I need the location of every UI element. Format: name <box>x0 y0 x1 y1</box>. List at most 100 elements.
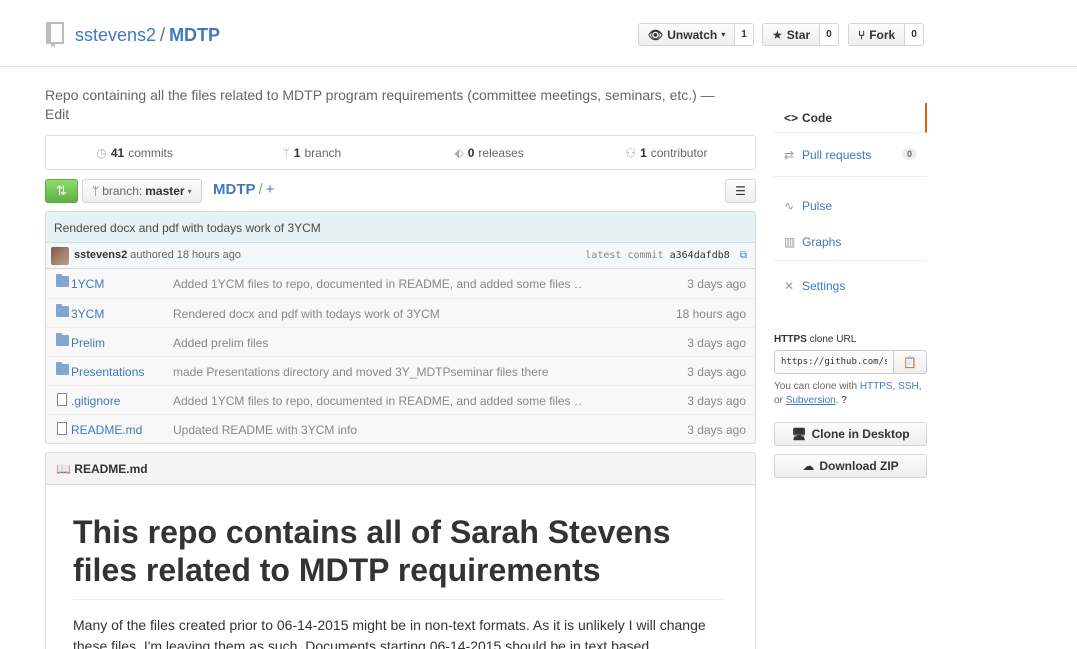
file-commit-message[interactable]: Updated README with 3YCM info <box>173 423 583 437</box>
chevron-down-icon: ▾ <box>721 30 726 39</box>
copy-url-button[interactable]: 📋 <box>894 350 927 374</box>
clipboard-icon: 📋 <box>903 356 917 369</box>
file-name-link[interactable]: Presentations <box>71 365 144 379</box>
repo-icon <box>46 22 64 47</box>
star-icon: ★ <box>772 27 783 42</box>
file-name-link[interactable]: Prelim <box>71 336 105 350</box>
branch-name: master <box>145 184 185 198</box>
clone-https-link[interactable]: HTTPS <box>860 381 893 392</box>
watchers-count[interactable]: 1 <box>735 23 754 46</box>
book-icon: 📖 <box>56 462 71 476</box>
avatar[interactable] <box>51 247 69 265</box>
clone-help-comma: , <box>892 381 896 392</box>
repo-title: sstevens2/MDTP <box>75 25 220 46</box>
clone-in-desktop-label: Clone in Desktop <box>811 427 910 441</box>
sidebar-item-pull-requests[interactable]: ⇄ Pull requests 0 <box>774 133 927 177</box>
file-age: 3 days ago <box>687 394 746 408</box>
commit-author-name[interactable]: sstevens2 <box>74 249 127 261</box>
graph-icon: ▥ <box>784 235 796 249</box>
commits-link[interactable]: ◷ 41 commits <box>46 136 223 169</box>
edit-description-link[interactable]: Edit <box>45 106 69 122</box>
repo-owner-link[interactable]: sstevens2 <box>75 25 156 45</box>
sidebar-item-code[interactable]: <> Code <box>774 103 927 133</box>
branches-link[interactable]: ᛘ 1 branch <box>223 136 400 169</box>
file-table: Rendered docx and pdf with todays work o… <box>45 211 756 444</box>
breadcrumb-root-link[interactable]: MDTP <box>213 181 256 198</box>
new-file-link[interactable]: + <box>266 181 275 198</box>
releases-link[interactable]: ⬖ 0 releases <box>401 136 578 169</box>
clone-help-comma: , <box>918 381 922 392</box>
tools-icon: ✕ <box>784 279 795 293</box>
sidebar-item-label: Graphs <box>802 235 842 249</box>
commit-sha-value[interactable]: a364dafdb8 <box>670 250 730 261</box>
folder-icon <box>56 362 69 375</box>
repo-name-link[interactable]: MDTP <box>169 25 220 45</box>
unwatch-button[interactable]: 👁 Unwatch ▾ <box>638 23 736 46</box>
clone-help-prefix: You can clone with <box>774 381 858 392</box>
clipboard-icon[interactable]: ⧉ <box>740 250 747 261</box>
stargazers-count[interactable]: 0 <box>820 23 839 46</box>
contributors-link[interactable]: ⚇ 1 contributor <box>578 136 755 169</box>
table-row[interactable]: .gitignore Added 1YCM files to repo, docu… <box>46 385 755 414</box>
forks-count[interactable]: 0 <box>905 23 924 46</box>
compare-review-button[interactable]: ⇅ <box>45 179 78 203</box>
file-commit-message[interactable]: Added 1YCM files to repo, documented in … <box>173 277 583 291</box>
pull-requests-count: 0 <box>901 148 917 160</box>
watch-group: 👁 Unwatch ▾ 1 <box>638 23 754 46</box>
clone-url-group: 📋 <box>774 350 927 374</box>
file-commit-message[interactable]: Added 1YCM files to repo, documented in … <box>173 394 583 408</box>
folder-icon <box>56 333 69 346</box>
file-age: 3 days ago <box>687 365 746 379</box>
fork-group: ⑂ Fork 0 <box>848 23 924 46</box>
file-navigation: ⇅ ᛘ branch: master ▾ MDTP / + ☰ <box>45 179 756 203</box>
latest-commit-message[interactable]: Rendered docx and pdf with todays work o… <box>54 221 321 235</box>
table-row[interactable]: README.md Updated README with 3YCM info 3 … <box>46 414 755 443</box>
repo-sidebar-nav: <> Code ⇄ Pull requests 0 ∿ Pulse ▥ Grap… <box>774 103 927 301</box>
star-button[interactable]: ★ Star <box>762 23 821 46</box>
branch-select-button[interactable]: ᛘ branch: master ▾ <box>82 179 202 203</box>
clone-ssh-link[interactable]: SSH <box>898 381 919 392</box>
readme-heading: This repo contains all of Sarah Stevens … <box>73 513 723 600</box>
sidebar-item-settings[interactable]: ✕ Settings <box>774 271 927 301</box>
clone-subversion-link[interactable]: Subversion <box>786 395 836 406</box>
download-zip-button[interactable]: ☁ Download ZIP <box>774 454 927 478</box>
file-commit-message[interactable]: Added prelim files <box>173 336 583 350</box>
commit-action: authored 18 hours ago <box>130 249 241 261</box>
breadcrumb: MDTP / + <box>213 181 274 198</box>
readme-filename: README.md <box>74 462 148 476</box>
file-name-link[interactable]: 1YCM <box>71 277 104 291</box>
organization-icon: ⚇ <box>625 145 637 160</box>
list-view-button[interactable]: ☰ <box>725 179 756 203</box>
numbers-summary: ◷ 41 commits ᛘ 1 branch ⬖ 0 releases ⚇ 1… <box>45 135 756 170</box>
file-name-link[interactable]: 3YCM <box>71 307 104 321</box>
sidebar-item-label: Pull requests <box>802 147 872 162</box>
table-row[interactable]: 3YCM Rendered docx and pdf with todays wo… <box>46 298 755 327</box>
releases-label: releases <box>478 145 524 160</box>
commits-count: 41 <box>110 145 125 160</box>
clone-in-desktop-button[interactable]: 🖥 Clone in Desktop <box>774 422 927 446</box>
sidebar-item-pulse[interactable]: ∿ Pulse <box>774 187 927 224</box>
readme-header: 📖 README.md <box>46 453 755 485</box>
desktop-icon: 🖥 <box>791 427 807 441</box>
clone-url-input[interactable] <box>774 350 894 374</box>
question-icon[interactable]: ? <box>841 395 847 406</box>
pulse-icon: ∿ <box>784 198 795 213</box>
fork-button[interactable]: ⑂ Fork <box>848 23 906 46</box>
table-row[interactable]: Presentations made Presentations director… <box>46 356 755 385</box>
repo-description: Repo containing all the files related to… <box>45 86 745 124</box>
folder-icon <box>56 274 69 287</box>
download-zip-label: Download ZIP <box>819 459 899 473</box>
table-row[interactable]: 1YCM Added 1YCM files to repo, documented… <box>46 269 755 298</box>
table-row[interactable]: Prelim Added prelim files 3 days ago <box>46 327 755 356</box>
repo-description-text: Repo containing all the files related to… <box>45 87 715 103</box>
file-commit-message[interactable]: Rendered docx and pdf with todays work o… <box>173 307 583 321</box>
file-commit-message[interactable]: made Presentations directory and moved 3… <box>173 365 583 379</box>
clone-help-or: or <box>774 395 783 406</box>
sidebar-item-graphs[interactable]: ▥ Graphs <box>774 224 927 261</box>
latest-commit-title: Rendered docx and pdf with todays work o… <box>46 212 755 243</box>
file-name-link[interactable]: README.md <box>71 423 142 437</box>
file-name-link[interactable]: .gitignore <box>71 394 120 408</box>
releases-count: 0 <box>467 145 475 160</box>
pull-request-icon: ⇄ <box>784 147 795 162</box>
